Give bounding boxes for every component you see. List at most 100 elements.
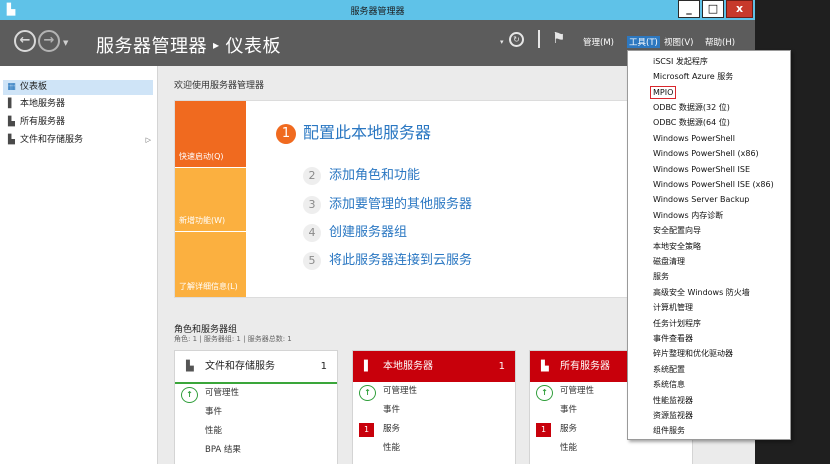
menu-item-services[interactable]: 服务 (653, 271, 669, 282)
step-create-group[interactable]: 4 创建服务器组 (303, 221, 407, 242)
card-row-performance[interactable]: 性能 (353, 439, 515, 458)
row-label: 可管理性 (560, 386, 595, 396)
maximize-button[interactable]: □ (702, 0, 724, 18)
menu-item-powershell[interactable]: Windows PowerShell (653, 133, 735, 144)
tile-quick-start[interactable]: 快速启动(Q) (175, 101, 246, 167)
menu-manage[interactable]: 管理(M) (583, 36, 614, 48)
menu-item-local-security-policy[interactable]: 本地安全策略 (653, 241, 701, 252)
window-title: 服务器管理器 (350, 7, 405, 17)
menu-item-memory-diagnostic[interactable]: Windows 内存诊断 (653, 210, 723, 221)
card-file-storage[interactable]: ▙ 文件和存储服务 1 ↑ 可管理性 事件 性能 BPA 结果 (174, 350, 338, 464)
tile-label: 了解详细信息(L) (179, 282, 238, 291)
row-label: 性能 (205, 426, 223, 436)
alert-count-badge: 1 (536, 423, 551, 437)
card-title: 本地服务器 (383, 361, 433, 372)
menu-item-security-wizard[interactable]: 安全配置向导 (653, 225, 701, 236)
tile-learn-more[interactable]: 了解详细信息(L) (175, 232, 246, 297)
menu-item-resource-monitor[interactable]: 资源监视器 (653, 410, 693, 421)
storage-icon: ▙ (8, 135, 15, 145)
menu-item-disk-cleanup[interactable]: 磁盘清理 (653, 256, 685, 267)
menu-view[interactable]: 视图(V) (664, 36, 693, 48)
menu-item-defrag[interactable]: 碎片整理和优化驱动器 (653, 348, 733, 359)
step-configure-local-server[interactable]: 1 配置此本地服务器 (276, 119, 431, 144)
step-label: 创建服务器组 (329, 225, 408, 240)
step-number: 5 (303, 252, 321, 270)
card-local-server[interactable]: ▌ 本地服务器 1 ↑ 可管理性 事件 1 服务 性能 (352, 350, 516, 464)
step-label: 添加角色和功能 (329, 168, 421, 183)
row-label: 服务 (383, 424, 401, 434)
notification-flag-icon[interactable]: ⚑ (552, 29, 565, 47)
refresh-icon[interactable]: ↻ (509, 32, 524, 47)
menu-item-server-backup[interactable]: Windows Server Backup (653, 194, 749, 205)
card-count: 1 (320, 361, 327, 372)
menu-item-powershell-x86[interactable]: Windows PowerShell (x86) (653, 148, 759, 159)
menu-item-azure[interactable]: Microsoft Azure 服务 (653, 71, 733, 82)
card-row-performance[interactable]: 性能 (175, 422, 337, 441)
menu-item-computer-management[interactable]: 计算机管理 (653, 302, 693, 313)
menu-item-system-config[interactable]: 系统配置 (653, 364, 685, 375)
tile-label: 新增功能(W) (179, 216, 226, 225)
sidebar-item-dashboard[interactable]: ▦ 仪表板 (3, 80, 153, 95)
row-label: 性能 (383, 443, 401, 453)
dropdown-small-icon[interactable]: ▾ (500, 38, 504, 46)
menu-tools[interactable]: 工具(T) (627, 36, 660, 48)
welcome-heading: 欢迎使用服务器管理器 (174, 81, 265, 91)
menu-item-system-info[interactable]: 系统信息 (653, 379, 685, 390)
close-button[interactable]: x (726, 0, 753, 18)
menu-help[interactable]: 帮助(H) (705, 36, 735, 48)
menu-item-component-services[interactable]: 组件服务 (653, 425, 685, 436)
card-row-performance[interactable]: 性能 (530, 439, 692, 458)
alert-count-badge: 1 (359, 423, 374, 437)
card-row-events[interactable]: 事件 (175, 403, 337, 422)
breadcrumb-app: 服务器管理器 (96, 36, 207, 57)
menu-item-event-viewer[interactable]: 事件查看器 (653, 333, 693, 344)
minimize-button[interactable]: _ (678, 0, 700, 18)
sidebar-item-all-servers[interactable]: ▙ 所有服务器 (3, 115, 153, 130)
menu-item-powershell-ise[interactable]: Windows PowerShell ISE (653, 164, 750, 175)
step-number: 3 (303, 196, 321, 214)
card-row-events[interactable]: 事件 (353, 401, 515, 420)
back-arrow-icon[interactable]: ← (14, 30, 36, 52)
card-title: 文件和存储服务 (205, 361, 275, 372)
expand-arrow-icon[interactable]: ▷ (146, 133, 151, 148)
menu-item-odbc32[interactable]: ODBC 数据源(32 位) (653, 102, 730, 113)
breadcrumb-page: 仪表板 (225, 36, 282, 57)
menu-item-powershell-ise-x86[interactable]: Windows PowerShell ISE (x86) (653, 179, 774, 190)
row-label: 服务 (560, 424, 578, 434)
menu-item-perf-monitor[interactable]: 性能监视器 (653, 395, 693, 406)
sidebar-item-file-storage[interactable]: ▙ 文件和存储服务 ▷ (3, 133, 153, 148)
row-label: 事件 (205, 407, 223, 417)
menu-item-odbc64[interactable]: ODBC 数据源(64 位) (653, 117, 730, 128)
servers-icon: ▙ (541, 361, 549, 372)
server-icon: ▌ (364, 361, 372, 372)
breadcrumb: 服务器管理器 ▸ 仪表板 (96, 32, 281, 58)
roles-summary: 角色: 1 | 服务器组: 1 | 服务器总数: 1 (174, 335, 292, 343)
card-row-services[interactable]: 1 服务 (353, 420, 515, 439)
card-count: 1 (498, 361, 505, 372)
card-row-bpa[interactable]: BPA 结果 (175, 441, 337, 460)
menu-item-iscsi[interactable]: iSCSI 发起程序 (653, 56, 708, 67)
history-dropdown-icon[interactable]: ▼ (63, 39, 68, 47)
check-up-icon: ↑ (536, 385, 553, 401)
card-header[interactable]: ▌ 本地服务器 1 (353, 351, 515, 382)
menu-item-mpio[interactable]: MPIO (650, 86, 677, 99)
card-row-manageability[interactable]: ↑ 可管理性 (353, 382, 515, 401)
sidebar: ▦ 仪表板 ▌ 本地服务器 ▙ 所有服务器 ▙ 文件和存储服务 ▷ (0, 66, 158, 464)
row-label: BPA 结果 (205, 445, 241, 455)
server-icon: ▌ (8, 99, 15, 109)
sidebar-item-label: 文件和存储服务 (20, 135, 84, 145)
card-row-manageability[interactable]: ↑ 可管理性 (175, 384, 337, 403)
step-number: 1 (276, 124, 296, 144)
forward-arrow-icon[interactable]: → (38, 30, 60, 52)
menu-item-firewall[interactable]: 高级安全 Windows 防火墙 (653, 287, 750, 298)
storage-icon: ▙ (186, 361, 194, 372)
card-header[interactable]: ▙ 文件和存储服务 1 (175, 351, 337, 384)
row-label: 可管理性 (205, 388, 240, 398)
card-title: 所有服务器 (560, 361, 610, 372)
tile-whats-new[interactable]: 新增功能(W) (175, 168, 246, 231)
menu-item-task-scheduler[interactable]: 任务计划程序 (653, 318, 701, 329)
step-connect-cloud[interactable]: 5 将此服务器连接到云服务 (303, 249, 472, 270)
step-add-servers[interactable]: 3 添加要管理的其他服务器 (303, 193, 472, 214)
step-add-roles[interactable]: 2 添加角色和功能 (303, 164, 420, 185)
sidebar-item-local-server[interactable]: ▌ 本地服务器 (3, 97, 153, 112)
